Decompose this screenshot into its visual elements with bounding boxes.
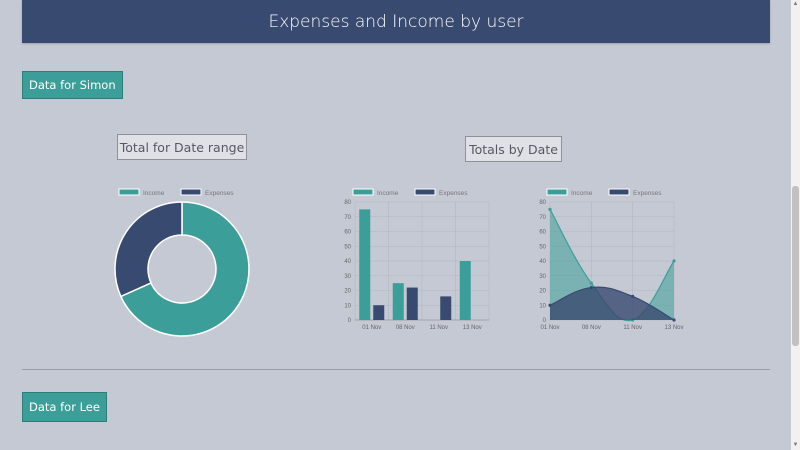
scroll-down-arrow-icon[interactable]: ▼ [791, 441, 800, 450]
y-tick-label: 10 [344, 303, 351, 309]
bar-chart: Income Expenses 0 10 20 30 40 50 60 70 80 01 Nov 08 … [344, 188, 490, 331]
y-tick-label: 30 [344, 274, 351, 280]
page-header: Expenses and Income by user [22, 0, 770, 43]
y-tick-label: 60 [344, 230, 351, 236]
scroll-up-arrow-icon[interactable]: ▲ [791, 0, 800, 9]
legend-swatch-expenses [414, 188, 436, 196]
doughnut-slice-expenses [114, 201, 183, 298]
page-title: Expenses and Income by user [268, 11, 524, 32]
legend-label-income: Income [143, 190, 165, 197]
x-tick-label: 11 Nov [623, 325, 642, 331]
x-tick-label: 01 Nov [362, 325, 381, 331]
y-tick-label: 20 [539, 289, 546, 295]
bar-income-3 [459, 261, 471, 320]
y-tick-label: 70 [539, 215, 546, 221]
y-tick-label: 30 [539, 274, 546, 280]
legend-swatch-expenses [180, 188, 202, 196]
legend-swatch-income [118, 188, 140, 196]
x-tick-label: 08 Nov [396, 325, 415, 331]
legend-label-expenses: Expenses [205, 190, 234, 197]
y-tick-label: 70 [344, 215, 351, 221]
y-tick-label: 20 [344, 289, 351, 295]
y-tick-label: 50 [539, 244, 546, 250]
legend-swatch-income [546, 188, 568, 196]
point-expenses-1 [589, 285, 593, 290]
y-tick-label: 80 [539, 200, 546, 206]
scrollbar[interactable]: ▲ ▼ [791, 0, 800, 450]
y-tick-label: 0 [348, 318, 352, 324]
data-for-lee-button[interactable]: Data for Lee [22, 392, 107, 422]
x-tick-label: 13 Nov [664, 325, 683, 331]
y-tick-label: 60 [539, 230, 546, 236]
point-expenses-2 [631, 294, 635, 298]
y-tick-label: 80 [344, 200, 351, 206]
totals-by-date-title: Totals by Date [465, 136, 562, 162]
y-tick-label: 40 [539, 259, 546, 265]
scrollbar-thumb[interactable] [792, 186, 799, 346]
x-tick-label: 13 Nov [463, 325, 482, 331]
bar-expenses-0 [373, 305, 385, 320]
x-tick-label: 11 Nov [429, 325, 448, 331]
legend-label-expenses: Expenses [439, 190, 468, 197]
bar-income-1 [392, 283, 404, 320]
x-tick-label: 08 Nov [582, 325, 601, 331]
point-expenses-0 [548, 303, 552, 307]
area-chart: Income Expenses 0 10 20 30 40 50 60 70 80 01 Nov 08 … [539, 188, 684, 331]
y-tick-label: 40 [344, 259, 351, 265]
point-expenses-3 [672, 318, 676, 322]
legend-swatch-expenses [608, 188, 630, 196]
total-for-date-range-title: Total for Date range [117, 134, 247, 160]
bar-expenses-2 [440, 296, 452, 320]
point-income-1 [589, 281, 593, 285]
point-income-0 [548, 207, 552, 211]
legend-label-expenses: Expenses [633, 190, 662, 197]
legend-label-income: Income [571, 190, 593, 197]
data-for-simon-button[interactable]: Data for Simon [22, 71, 123, 99]
doughnut-chart: Income Expenses [114, 188, 250, 337]
section-divider [22, 369, 770, 370]
y-tick-label: 50 [344, 244, 351, 250]
y-tick-label: 0 [543, 318, 547, 324]
legend-label-income: Income [377, 190, 399, 197]
x-tick-label: 01 Nov [540, 325, 559, 331]
y-tick-label: 10 [539, 303, 546, 309]
legend-swatch-income [352, 188, 374, 196]
bar-income-0 [359, 209, 371, 320]
point-income-3 [672, 259, 676, 263]
bar-expenses-1 [406, 287, 418, 320]
